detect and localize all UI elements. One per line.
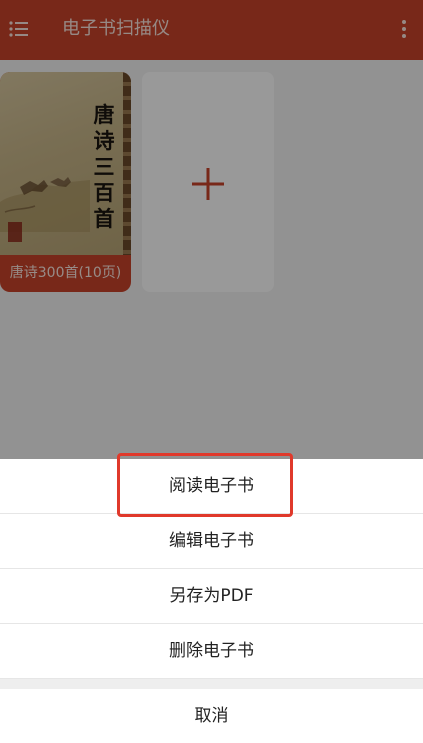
edit-ebook-option[interactable]: 编辑电子书 (0, 514, 423, 569)
delete-ebook-option[interactable]: 删除电子书 (0, 624, 423, 679)
action-sheet: 阅读电子书 编辑电子书 另存为PDF 删除电子书 取消 (0, 459, 423, 743)
sheet-divider (0, 679, 423, 689)
cancel-button[interactable]: 取消 (0, 689, 423, 743)
save-as-pdf-option[interactable]: 另存为PDF (0, 569, 423, 624)
read-ebook-option[interactable]: 阅读电子书 (0, 459, 423, 514)
